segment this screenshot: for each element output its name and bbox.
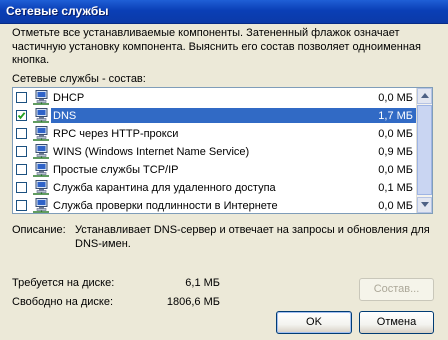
component-checkbox[interactable] [16, 110, 27, 121]
components-listbox[interactable]: DHCP 0,0 МБ DNS 1,7 МБ RPC через HTTP-пр… [12, 87, 433, 214]
description-text: Устанавливает DNS-сервер и отвечает на з… [75, 224, 430, 250]
component-checkbox[interactable] [16, 164, 27, 175]
network-services-dialog: Сетевые службы Отметьте все устанавливае… [0, 0, 448, 340]
component-checkbox[interactable] [16, 92, 27, 103]
network-computer-icon [33, 126, 49, 141]
component-name: WINS (Windows Internet Name Service) [53, 146, 250, 158]
check-mark-icon [17, 112, 26, 120]
disk-free-label: Свободно на диске: [12, 296, 114, 308]
arrow-up-icon [421, 93, 429, 98]
network-computer-icon [33, 90, 49, 105]
disk-free-value: 1806,6 МБ [166, 296, 220, 308]
ok-button[interactable]: OK [276, 311, 352, 334]
network-computer-icon [33, 162, 49, 177]
disk-required-value: 6,1 МБ [185, 277, 220, 289]
scroll-up-button[interactable] [417, 88, 432, 104]
component-row[interactable]: Служба проверки подлинности в Интернете … [14, 197, 417, 213]
network-computer-icon [33, 108, 49, 123]
component-row[interactable]: RPC через HTTP-прокси 0,0 МБ [14, 125, 417, 142]
component-name: DNS [51, 109, 79, 123]
component-size: 0,9 МБ [378, 146, 413, 158]
component-size: 0,0 МБ [378, 200, 413, 212]
network-computer-icon [33, 198, 49, 213]
component-name: Служба карантина для удаленного доступа [53, 182, 276, 194]
details-button[interactable]: Состав... [359, 278, 434, 301]
disk-required-label: Требуется на диске: [12, 277, 115, 289]
component-size: 0,1 МБ [378, 182, 413, 194]
scrollbar-thumb[interactable] [417, 105, 432, 195]
component-size: 1,7 МБ [378, 110, 413, 122]
component-checkbox[interactable] [16, 200, 27, 211]
component-checkbox[interactable] [16, 182, 27, 193]
component-size: 0,0 МБ [378, 92, 413, 104]
component-name: Служба проверки подлинности в Интернете [53, 200, 278, 212]
vertical-scrollbar[interactable] [416, 88, 432, 213]
component-name: RPC через HTTP-прокси [53, 128, 179, 140]
components-list-label: Сетевые службы - состав: [12, 73, 146, 85]
description-label: Описание: [12, 224, 66, 236]
component-row[interactable]: Служба карантина для удаленного доступа … [14, 179, 417, 196]
component-checkbox[interactable] [16, 146, 27, 157]
component-row[interactable]: WINS (Windows Internet Name Service) 0,9… [14, 143, 417, 160]
cancel-button[interactable]: Отмена [359, 311, 434, 334]
scroll-down-button[interactable] [417, 197, 432, 213]
selection-highlight [51, 108, 417, 123]
component-size: 0,0 МБ [378, 128, 413, 140]
title-bar[interactable]: Сетевые службы [0, 0, 448, 24]
window-title: Сетевые службы [6, 4, 109, 18]
network-computer-icon [33, 180, 49, 195]
component-name: Простые службы TCP/IP [53, 164, 179, 176]
component-size: 0,0 МБ [378, 164, 413, 176]
component-name: DHCP [53, 92, 85, 104]
component-checkbox[interactable] [16, 128, 27, 139]
arrow-down-icon [421, 202, 429, 207]
component-row[interactable]: DNS 1,7 МБ [14, 107, 417, 124]
instructions-text: Отметьте все устанавливаемые компоненты.… [12, 27, 422, 66]
component-row[interactable]: Простые службы TCP/IP 0,0 МБ [14, 161, 417, 178]
network-computer-icon [33, 144, 49, 159]
component-row[interactable]: DHCP 0,0 МБ [14, 89, 417, 106]
